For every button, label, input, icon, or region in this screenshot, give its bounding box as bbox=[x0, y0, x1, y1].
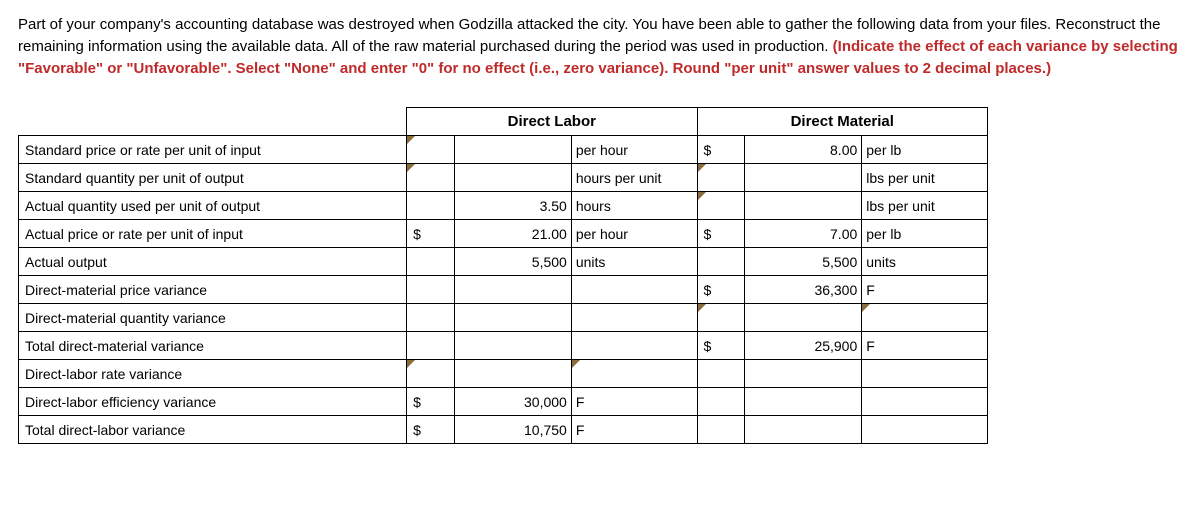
header-row: Direct Labor Direct Material bbox=[19, 108, 988, 136]
dl-sym: $ bbox=[407, 416, 455, 444]
dl-unit: F bbox=[571, 416, 697, 444]
dl-unit bbox=[571, 332, 697, 360]
dm-sym[interactable] bbox=[697, 192, 745, 220]
dl-unit: units bbox=[571, 248, 697, 276]
label: Total direct-labor variance bbox=[19, 416, 407, 444]
dm-num: 25,900 bbox=[745, 332, 862, 360]
dl-sym: $ bbox=[407, 388, 455, 416]
dm-num: 36,300 bbox=[745, 276, 862, 304]
dm-num: 5,500 bbox=[745, 248, 862, 276]
dm-unit[interactable] bbox=[862, 304, 988, 332]
dl-num bbox=[454, 332, 571, 360]
label: Standard quantity per unit of output bbox=[19, 164, 407, 192]
intro-text: Part of your company's accounting databa… bbox=[18, 14, 1182, 79]
dm-sym: $ bbox=[697, 276, 745, 304]
label: Direct-material price variance bbox=[19, 276, 407, 304]
dl-num: 3.50 bbox=[454, 192, 571, 220]
dm-sym bbox=[697, 388, 745, 416]
dm-sym: $ bbox=[697, 136, 745, 164]
dl-num: 21.00 bbox=[454, 220, 571, 248]
dm-num: 8.00 bbox=[745, 136, 862, 164]
dm-unit: per lb bbox=[862, 136, 988, 164]
dm-sym[interactable] bbox=[697, 164, 745, 192]
dm-unit bbox=[862, 388, 988, 416]
row-actual-qty: Actual quantity used per unit of output … bbox=[19, 192, 988, 220]
label: Actual price or rate per unit of input bbox=[19, 220, 407, 248]
row-dl-total-var: Total direct-labor variance $ 10,750 F bbox=[19, 416, 988, 444]
dm-num[interactable] bbox=[745, 304, 862, 332]
label: Standard price or rate per unit of input bbox=[19, 136, 407, 164]
dm-unit: lbs per unit bbox=[862, 164, 988, 192]
dm-unit bbox=[862, 416, 988, 444]
dm-num bbox=[745, 388, 862, 416]
dm-unit: F bbox=[862, 276, 988, 304]
dl-sym bbox=[407, 192, 455, 220]
dl-unit: hours bbox=[571, 192, 697, 220]
dl-sym[interactable] bbox=[407, 136, 455, 164]
label: Actual quantity used per unit of output bbox=[19, 192, 407, 220]
dl-num bbox=[454, 276, 571, 304]
dl-num: 10,750 bbox=[454, 416, 571, 444]
dl-sym bbox=[407, 304, 455, 332]
dl-unit: F bbox=[571, 388, 697, 416]
row-actual-output: Actual output 5,500 units 5,500 units bbox=[19, 248, 988, 276]
dl-sym bbox=[407, 332, 455, 360]
label: Direct-labor rate variance bbox=[19, 360, 407, 388]
dl-sym bbox=[407, 276, 455, 304]
row-dm-price-var: Direct-material price variance $ 36,300 … bbox=[19, 276, 988, 304]
dl-sym[interactable] bbox=[407, 360, 455, 388]
blank-corner bbox=[19, 108, 407, 136]
row-dl-rate-var: Direct-labor rate variance bbox=[19, 360, 988, 388]
dl-unit: per hour bbox=[571, 220, 697, 248]
dm-sym bbox=[697, 416, 745, 444]
dl-sym bbox=[407, 248, 455, 276]
row-dl-eff-var: Direct-labor efficiency variance $ 30,00… bbox=[19, 388, 988, 416]
dl-sym: $ bbox=[407, 220, 455, 248]
dm-unit: units bbox=[862, 248, 988, 276]
dl-unit: hours per unit bbox=[571, 164, 697, 192]
label: Direct-material quantity variance bbox=[19, 304, 407, 332]
row-dm-qty-var: Direct-material quantity variance bbox=[19, 304, 988, 332]
label: Actual output bbox=[19, 248, 407, 276]
dl-num[interactable] bbox=[454, 136, 571, 164]
row-std-qty: Standard quantity per unit of output hou… bbox=[19, 164, 988, 192]
dl-unit[interactable] bbox=[571, 360, 697, 388]
dm-unit bbox=[862, 360, 988, 388]
dm-num bbox=[745, 360, 862, 388]
dm-num[interactable] bbox=[745, 164, 862, 192]
dm-unit: lbs per unit bbox=[862, 192, 988, 220]
row-dm-total-var: Total direct-material variance $ 25,900 … bbox=[19, 332, 988, 360]
header-dm: Direct Material bbox=[697, 108, 987, 136]
dm-num[interactable] bbox=[745, 192, 862, 220]
dm-unit: per lb bbox=[862, 220, 988, 248]
dm-sym: $ bbox=[697, 332, 745, 360]
label: Direct-labor efficiency variance bbox=[19, 388, 407, 416]
dm-num: 7.00 bbox=[745, 220, 862, 248]
dl-num bbox=[454, 304, 571, 332]
dm-sym bbox=[697, 248, 745, 276]
dl-unit bbox=[571, 276, 697, 304]
dl-num: 5,500 bbox=[454, 248, 571, 276]
dl-num[interactable] bbox=[454, 360, 571, 388]
dl-sym[interactable] bbox=[407, 164, 455, 192]
dl-unit bbox=[571, 304, 697, 332]
dl-num: 30,000 bbox=[454, 388, 571, 416]
dm-sym bbox=[697, 360, 745, 388]
dm-sym[interactable] bbox=[697, 304, 745, 332]
header-dl: Direct Labor bbox=[407, 108, 697, 136]
row-std-price: Standard price or rate per unit of input… bbox=[19, 136, 988, 164]
dm-num bbox=[745, 416, 862, 444]
dl-unit: per hour bbox=[571, 136, 697, 164]
variance-table: Direct Labor Direct Material Standard pr… bbox=[18, 107, 988, 444]
dm-unit: F bbox=[862, 332, 988, 360]
dm-sym: $ bbox=[697, 220, 745, 248]
label: Total direct-material variance bbox=[19, 332, 407, 360]
dl-num[interactable] bbox=[454, 164, 571, 192]
row-actual-price: Actual price or rate per unit of input $… bbox=[19, 220, 988, 248]
